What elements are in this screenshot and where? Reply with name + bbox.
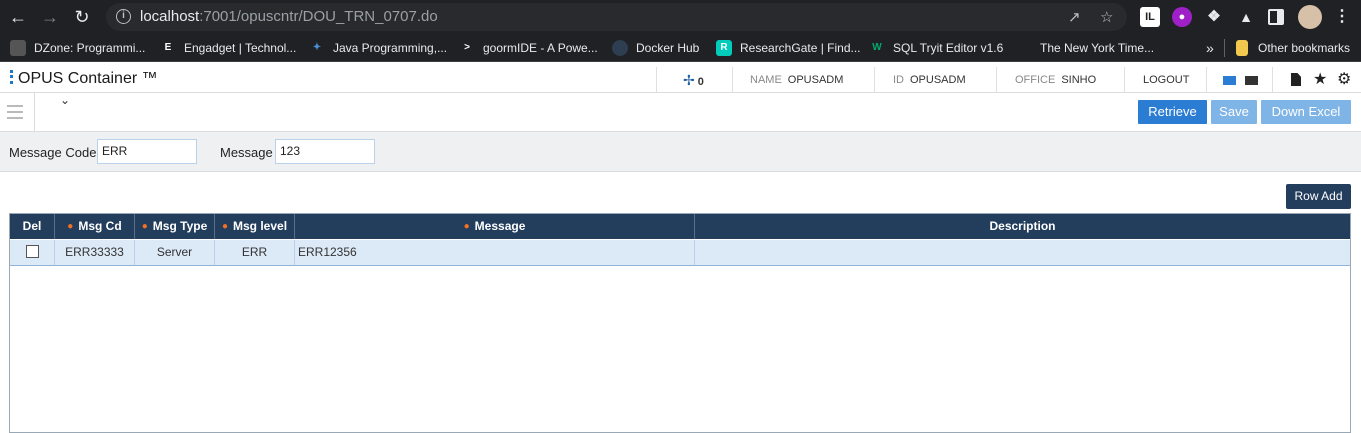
browser-menu-icon[interactable]: ⋮ <box>1332 7 1352 27</box>
msg-cd-cell[interactable]: ERR33333 <box>55 240 135 265</box>
bookmark-researchgate[interactable]: R ResearchGate | Find... <box>716 39 861 57</box>
column-header-del[interactable]: Del <box>10 214 55 239</box>
down-excel-button[interactable]: Down Excel <box>1261 100 1351 124</box>
folder-icon <box>1236 40 1248 56</box>
user-office: OFFICE SINHO <box>996 67 1124 93</box>
msg-level-cell[interactable]: ERR <box>215 240 295 265</box>
bookmark-goormide[interactable]: > goormIDE - A Powe... <box>459 39 598 57</box>
bookmarks-bar: DZone: Programmi... E Engadget | Technol.… <box>0 34 1361 62</box>
app-header: OPUS Container ™ ✢ 0 NAME OPUSADM ID OPUSA… <box>0 67 1361 93</box>
description-cell[interactable] <box>695 240 1350 265</box>
researchgate-icon: R <box>716 40 732 56</box>
layout-split-icon[interactable] <box>1223 76 1236 85</box>
bookmark-divider <box>1224 39 1225 57</box>
header-actions: ★ ⚙ <box>1272 67 1361 93</box>
dzone-icon <box>10 40 26 56</box>
message-cell[interactable]: ERR12356 <box>295 240 695 265</box>
grid-header: Del ● Msg Cd ● Msg Type ● Msg level ● Messag… <box>10 214 1350 239</box>
w3schools-icon: W <box>872 42 882 53</box>
toolbar-divider <box>34 93 35 132</box>
docker-icon <box>612 40 628 56</box>
logout-button[interactable]: LOGOUT <box>1124 67 1206 93</box>
retrieve-button[interactable]: Retrieve <box>1138 100 1207 124</box>
message-code-label: Message Code <box>9 145 97 160</box>
purple-extension-icon[interactable]: ● <box>1172 7 1192 27</box>
column-header-message[interactable]: ● Message <box>295 214 695 239</box>
url-text: localhost:7001/opuscntr/DOU_TRN_0707.do <box>140 8 438 25</box>
app-logo: OPUS Container ™ <box>10 70 158 88</box>
chevron-down-icon[interactable]: ⌄ <box>60 93 70 107</box>
browser-toolbar: ← → ↻ i localhost:7001/opuscntr/DOU_TRN_… <box>0 0 1361 34</box>
forward-icon[interactable]: → <box>40 7 60 27</box>
intellij-extension-icon[interactable]: IL <box>1140 7 1160 27</box>
layout-switcher <box>1206 67 1272 93</box>
app-toolbar: ⌄ Retrieve Save Down Excel <box>0 93 1361 132</box>
del-cell[interactable] <box>10 240 55 265</box>
labs-flask-icon[interactable]: ▲ <box>1236 7 1256 27</box>
more-bookmarks[interactable]: » <box>1206 39 1214 57</box>
bookmark-dzone[interactable]: DZone: Programmi... <box>10 39 145 57</box>
user-name: NAME OPUSADM <box>732 67 874 93</box>
message-grid: Del ● Msg Cd ● Msg Type ● Msg level ● Messag… <box>9 213 1351 433</box>
column-header-description[interactable]: Description <box>695 214 1350 239</box>
profile-avatar[interactable] <box>1298 5 1322 29</box>
extensions-puzzle-icon[interactable]: ❖ <box>1204 7 1224 27</box>
favorite-star-icon[interactable]: ★ <box>1313 67 1327 93</box>
nyt-icon <box>1016 40 1032 56</box>
bookmark-star-icon[interactable]: ☆ <box>1100 8 1113 26</box>
required-dot-icon: ● <box>221 221 228 232</box>
side-panel-icon[interactable] <box>1268 9 1284 25</box>
java-icon: ✦ <box>312 42 322 53</box>
bookmark-nytimes[interactable]: The New York Time... <box>1016 39 1154 57</box>
goorm-icon: > <box>464 42 470 53</box>
other-bookmarks[interactable]: Other bookmarks <box>1236 39 1350 57</box>
search-condition-bar: Message Code ERR Message 123 <box>0 132 1361 172</box>
message-input[interactable]: 123 <box>275 139 375 164</box>
settings-gear-icon[interactable]: ⚙ <box>1337 67 1351 93</box>
row-add-button[interactable]: Row Add <box>1286 184 1351 209</box>
site-info-icon[interactable]: i <box>116 9 131 24</box>
reload-icon[interactable]: ↻ <box>72 7 92 27</box>
bookmark-docker-hub[interactable]: Docker Hub <box>612 39 699 57</box>
save-button[interactable]: Save <box>1211 100 1257 124</box>
share-icon[interactable]: ↗ <box>1068 8 1081 26</box>
notification-counter[interactable]: ✢ 0 <box>656 67 732 93</box>
table-row[interactable]: ERR33333 Server ERR ERR12356 <box>10 240 1350 266</box>
message-code-input[interactable]: ERR <box>97 139 197 164</box>
bookmark-sql-tryit[interactable]: W SQL Tryit Editor v1.6 <box>869 39 1003 57</box>
column-header-msg-level[interactable]: ● Msg level <box>215 214 295 239</box>
layout-full-icon[interactable] <box>1245 76 1258 85</box>
address-bar[interactable]: i localhost:7001/opuscntr/DOU_TRN_0707.d… <box>106 3 1127 31</box>
document-icon[interactable] <box>1291 73 1301 86</box>
back-icon[interactable]: ← <box>8 7 28 27</box>
bookmark-engadget[interactable]: E Engadget | Technol... <box>160 39 297 57</box>
required-dot-icon: ● <box>141 221 148 232</box>
message-label: Message <box>220 145 273 160</box>
engadget-icon: E <box>164 42 172 53</box>
hamburger-menu-icon[interactable] <box>7 105 23 119</box>
required-dot-icon: ● <box>67 221 74 232</box>
del-checkbox[interactable] <box>25 245 39 258</box>
user-id: ID OPUSADM <box>874 67 996 93</box>
logo-dots-icon <box>10 70 13 84</box>
msg-type-cell[interactable]: Server <box>135 240 215 265</box>
network-icon: ✢ <box>683 72 695 88</box>
column-header-msg-cd[interactable]: ● Msg Cd <box>55 214 135 239</box>
bookmark-java-programming[interactable]: ✦ Java Programming,... <box>309 39 447 57</box>
required-dot-icon: ● <box>463 221 470 232</box>
column-header-msg-type[interactable]: ● Msg Type <box>135 214 215 239</box>
